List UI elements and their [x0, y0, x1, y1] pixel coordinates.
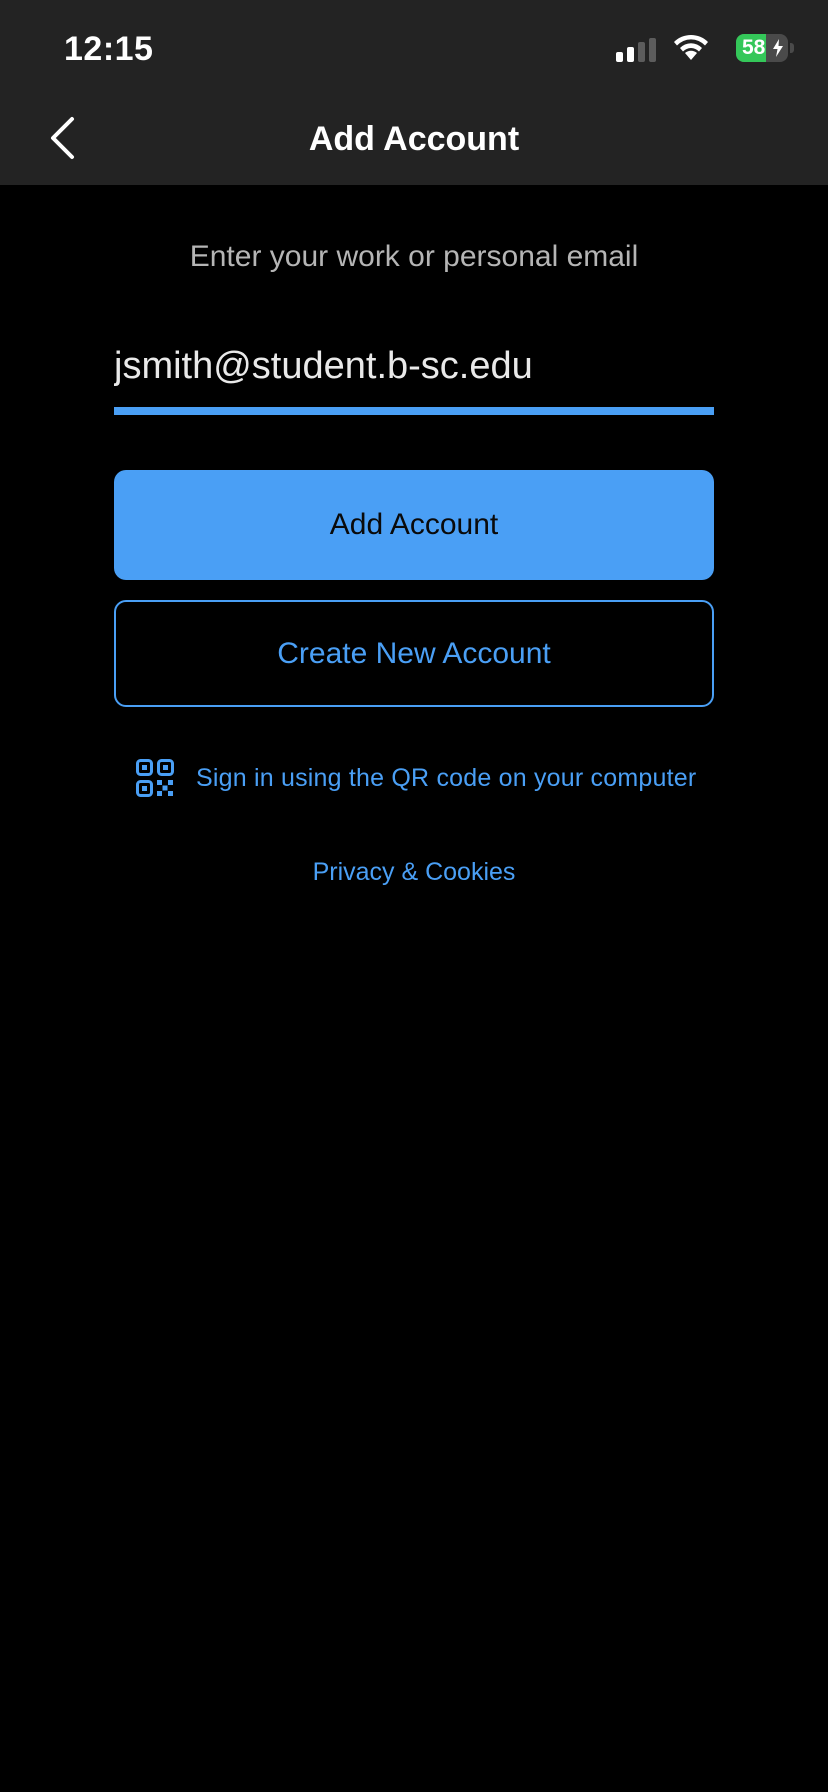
status-bar: 12:15 58: [0, 0, 828, 90]
email-field[interactable]: [114, 336, 714, 396]
qr-code-icon: [136, 759, 174, 797]
privacy-cookies-link[interactable]: Privacy & Cookies: [0, 858, 828, 887]
email-field-underline: [114, 407, 714, 415]
status-indicators: 58: [594, 34, 794, 64]
qr-signin-link[interactable]: Sign in using the QR code on your comput…: [136, 756, 696, 800]
qr-signin-label: Sign in using the QR code on your comput…: [196, 763, 697, 792]
add-account-button[interactable]: Add Account: [114, 470, 714, 580]
navigation-bar: Add Account: [0, 90, 828, 185]
create-new-account-button[interactable]: Create New Account: [114, 600, 714, 707]
battery-icon: 58: [736, 34, 788, 62]
page-title: Add Account: [308, 120, 520, 158]
signal-icon: [616, 38, 656, 62]
add-account-screen: 12:15 58 Add Account Enter your work or …: [0, 0, 828, 1792]
email-prompt: Enter your work or personal email: [189, 240, 639, 273]
battery-tip: [790, 43, 794, 53]
status-time: 12:15: [64, 30, 154, 68]
create-new-account-button-label: Create New Account: [277, 636, 551, 670]
add-account-button-label: Add Account: [329, 508, 499, 541]
wifi-icon: [674, 34, 708, 60]
charging-bolt-icon: [773, 39, 783, 57]
